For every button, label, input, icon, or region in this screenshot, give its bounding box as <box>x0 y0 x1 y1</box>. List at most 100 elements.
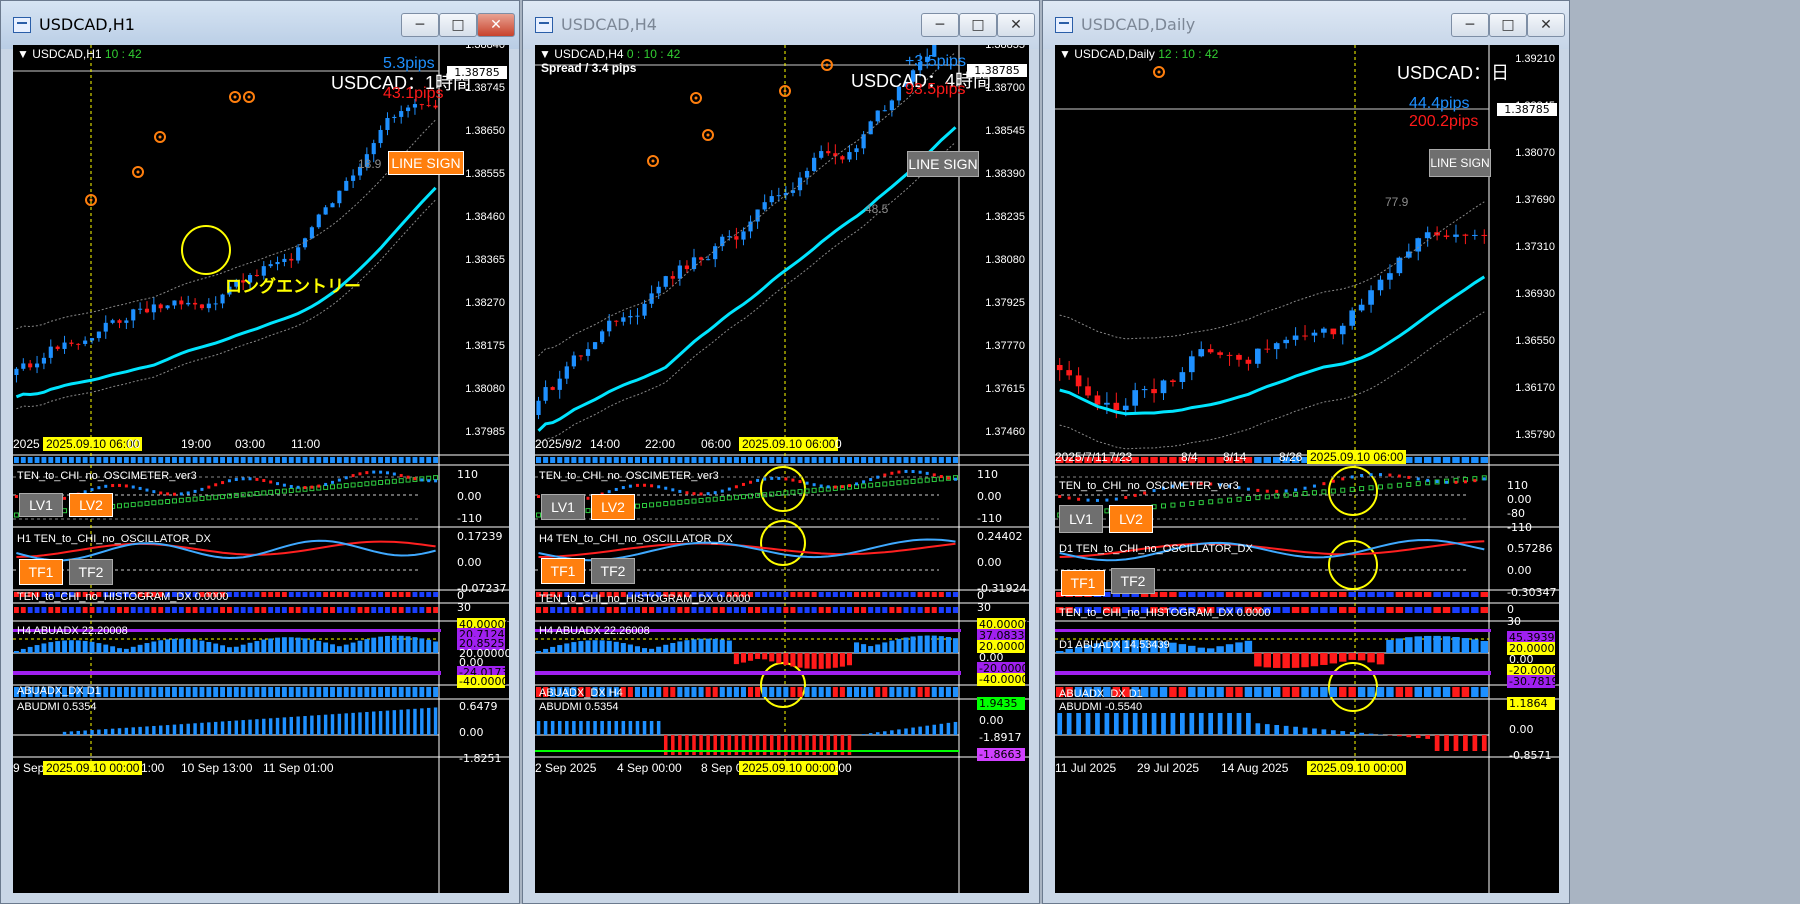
price-tick-label: 1.35790 <box>1515 429 1555 441</box>
tf1-button[interactable]: TF1 <box>541 558 585 584</box>
trend-strip-bar <box>818 457 824 463</box>
adx-bar <box>825 653 831 669</box>
histogram-bottom-bar <box>938 607 944 613</box>
trend-strip-bar <box>599 457 605 463</box>
adx-dx-bar <box>1423 687 1432 697</box>
histogram-bottom-bar <box>663 607 669 613</box>
maximize-button[interactable]: □ <box>1489 13 1527 37</box>
histogram-bottom-bar <box>1367 607 1375 613</box>
tf2-button[interactable]: TF2 <box>591 558 635 584</box>
bottom-time-tick-label: 2025.09.10 00:00 <box>739 761 839 775</box>
histogram-top-bar <box>247 592 253 597</box>
lv1-button[interactable]: LV1 <box>541 494 585 520</box>
oscimeter-dot <box>1454 480 1458 484</box>
tf1-button[interactable]: TF1 <box>1061 570 1105 596</box>
minimize-button[interactable]: ─ <box>1451 13 1489 37</box>
chart-window-h4[interactable]: USDCAD,H4 ─ □ ✕ ▼ USDCAD,H4 0 : 10 : 42 … <box>522 0 1040 904</box>
adx-bar <box>426 639 432 653</box>
tf2-button[interactable]: TF2 <box>69 559 113 585</box>
line-sign-button[interactable]: LINE SIGN <box>1429 149 1491 177</box>
chart-area[interactable]: ▼ USDCAD,H4 0 : 10 : 42 Spread / 3.4 pip… <box>535 45 1029 893</box>
trend-strip-bar <box>254 457 260 463</box>
chart-area[interactable]: ▼ USDCAD,H1 10 : 42 5.3pips USDCAD：1時間 4… <box>13 45 509 893</box>
histogram-bottom-bar <box>1452 607 1460 613</box>
oscimeter-green-dot <box>433 475 439 481</box>
lv2-button[interactable]: LV2 <box>591 494 635 520</box>
close-button[interactable]: ✕ <box>997 13 1035 37</box>
window-title: USDCAD,H1 <box>39 15 135 34</box>
close-button[interactable]: ✕ <box>477 13 515 37</box>
adx-bar <box>1169 642 1177 653</box>
trend-strip-bar <box>309 457 315 463</box>
adx-dx-bar <box>1386 687 1394 697</box>
adx-dx-bar <box>1329 687 1338 697</box>
lv1-button[interactable]: LV1 <box>1059 505 1103 533</box>
tf2-button[interactable]: TF2 <box>1111 568 1155 594</box>
lv2-button[interactable]: LV2 <box>69 493 113 517</box>
histogram-bottom-bar <box>192 607 198 613</box>
histogram-top-bar <box>776 592 782 597</box>
candle-body <box>110 320 115 323</box>
maximize-button[interactable]: □ <box>959 13 997 37</box>
window-titlebar[interactable]: USDCAD,Daily ─ □ ✕ <box>1043 1 1569 49</box>
candle-body <box>151 304 156 313</box>
time-tick-label: 06:00 <box>701 437 732 451</box>
candle-body <box>847 152 852 160</box>
candle-body <box>89 338 95 341</box>
trend-strip-bar <box>288 457 294 463</box>
lv2-button[interactable]: LV2 <box>1109 505 1153 533</box>
adx-bar <box>1282 653 1290 669</box>
candle-body <box>564 366 569 379</box>
trend-strip-bar <box>371 457 377 463</box>
adx-bar <box>247 642 253 653</box>
tf1-button[interactable]: TF1 <box>19 559 63 585</box>
candle-body <box>62 342 67 349</box>
chart-area[interactable]: ▼ USDCAD,Daily 12 : 10 : 42 USDCAD：日 44.… <box>1055 45 1559 893</box>
oscimeter-dot <box>434 479 438 483</box>
adx-dx-bar <box>165 687 171 697</box>
adx-bar <box>599 640 605 653</box>
oscimeter-dot <box>784 477 788 481</box>
candle-body <box>1245 359 1252 364</box>
adx-bar <box>233 646 239 653</box>
oscimeter-green-dot <box>398 478 404 484</box>
maximize-button[interactable]: □ <box>439 13 477 37</box>
oscimeter-green-dot <box>656 501 662 507</box>
adx-bar <box>875 644 881 653</box>
minimize-button[interactable]: ─ <box>921 13 959 37</box>
oscimeter-green-dot <box>1387 483 1393 489</box>
adx-dx-bar <box>1480 687 1488 697</box>
close-button[interactable]: ✕ <box>1527 13 1565 37</box>
histogram-bottom-bar <box>75 607 81 613</box>
histogram-bottom-bar <box>20 607 26 613</box>
ind3-label: TEN_to_CHI_no_HISTOGRAM_DX 0.0000 <box>539 593 751 605</box>
window-titlebar[interactable]: USDCAD,H1 ─ □ ✕ <box>1 1 519 49</box>
minimize-button[interactable]: ─ <box>401 13 439 37</box>
adx-dx-bar <box>357 687 363 697</box>
adx-dx-bar <box>426 687 432 697</box>
histogram-bottom-bar <box>762 607 768 613</box>
candle-body <box>1330 328 1337 335</box>
adx-bar <box>343 644 349 653</box>
oscimeter-dot <box>385 471 389 475</box>
lv1-button[interactable]: LV1 <box>19 493 63 517</box>
window-titlebar[interactable]: USDCAD,H4 ─ □ ✕ <box>523 1 1039 49</box>
adx-bar <box>330 644 335 653</box>
trend-strip-bar <box>1263 457 1271 463</box>
chart-window-daily[interactable]: USDCAD,Daily ─ □ ✕ ▼ USDCAD,Daily 12 : 1… <box>1042 0 1570 904</box>
histogram-top-bar <box>385 592 390 597</box>
oscimeter-dot <box>657 485 661 489</box>
candle-body <box>1387 273 1393 280</box>
histogram-bottom-bar <box>550 607 556 613</box>
trend-strip-bar <box>910 457 916 463</box>
indicator-tick-label: 0.00 <box>977 556 1002 569</box>
histogram-bottom-bar <box>748 607 754 613</box>
histogram-bottom-bar <box>68 607 74 613</box>
chart-window-h1[interactable]: USDCAD,H1 ─ □ ✕ ▼ USDCAD,H1 10 : 42 5.3p… <box>0 0 520 904</box>
trend-strip-bar <box>945 457 951 463</box>
adx-bar <box>316 640 322 653</box>
trend-strip-bar <box>426 457 432 463</box>
oscimeter-green-dot <box>336 483 342 489</box>
trend-strip-bar <box>550 457 556 463</box>
trend-strip-bar <box>302 457 308 463</box>
